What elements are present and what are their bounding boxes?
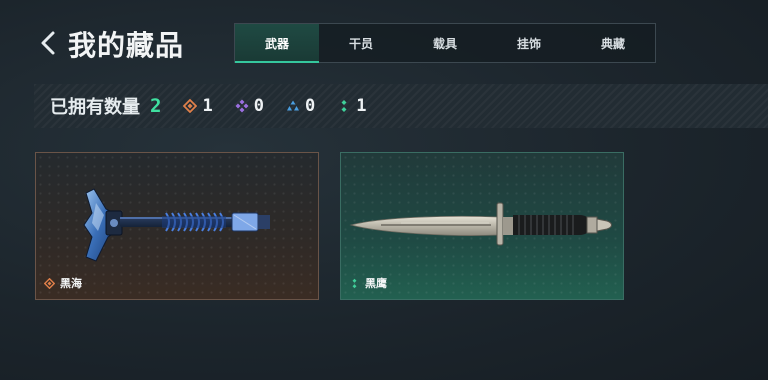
tab-vehicles[interactable]: 载具: [403, 24, 487, 62]
item-card-black-sea[interactable]: 黑海: [35, 152, 319, 300]
back-arrow-icon[interactable]: [38, 30, 60, 56]
owned-count-label: 已拥有数量: [50, 97, 140, 118]
rarity-count: 0: [253, 96, 264, 116]
owned-count-value: 2: [150, 95, 162, 117]
green-dots-icon: [352, 278, 357, 288]
rarity-stat-purple: 0: [235, 96, 264, 116]
rarity-count: 0: [304, 96, 316, 116]
rarity-stat-blue: 0: [286, 96, 315, 116]
rarity-stat-green: 1: [337, 96, 366, 116]
orange-diamond-icon: [183, 99, 198, 113]
item-name: 黑鹰: [365, 277, 387, 290]
tab-collection[interactable]: 典藏: [571, 24, 655, 62]
rarity-count: 1: [202, 96, 213, 116]
item-name: 黑海: [60, 277, 82, 290]
page-title: 我的藏品: [68, 29, 185, 62]
orange-diamond-icon: [44, 277, 55, 289]
category-tabs: 武器 干员 载具 挂饰 典藏: [234, 23, 656, 63]
ownership-stats-bar: 已拥有数量 2 1 0 0 1: [34, 84, 768, 128]
purple-cluster-icon: [235, 99, 249, 113]
green-dots-icon: [341, 100, 347, 112]
tab-weapons[interactable]: 武器: [235, 24, 319, 63]
tab-charms[interactable]: 挂饰: [487, 24, 571, 62]
item-name-label: 黑鹰: [349, 275, 387, 291]
item-card-black-hawk[interactable]: 黑鹰: [340, 152, 624, 300]
rarity-count: 1: [356, 96, 367, 116]
blue-triangle-icon: [286, 100, 299, 111]
tab-operators[interactable]: 干员: [319, 24, 403, 62]
item-name-label: 黑海: [44, 275, 82, 291]
rarity-stat-orange: 1: [183, 96, 213, 116]
